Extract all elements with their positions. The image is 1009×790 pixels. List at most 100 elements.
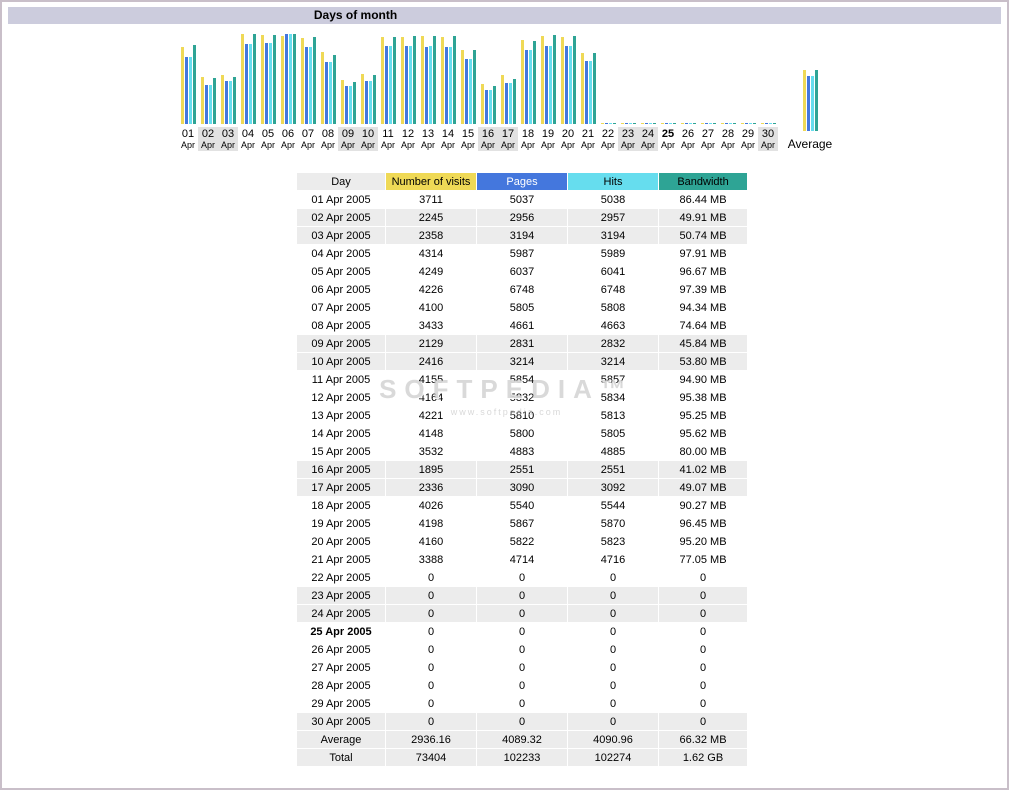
chart-day-month: Apr — [438, 140, 458, 150]
table-row: 15 Apr 200535324883488580.00 MB — [297, 443, 747, 460]
bar-visits — [501, 75, 504, 124]
cell-hits: 5823 — [568, 533, 658, 550]
bar-bandwidth — [553, 35, 556, 124]
cell-pages: 0 — [477, 641, 567, 658]
bar-hits — [569, 46, 572, 124]
chart-day-number: 12 — [398, 128, 418, 140]
cell-pages: 2551 — [477, 461, 567, 478]
bar-hits — [729, 123, 732, 124]
chart-day-month: Apr — [518, 140, 538, 150]
chart-day-label: 18Apr — [518, 127, 538, 151]
chart-day-bars — [261, 32, 276, 124]
bar-bandwidth — [273, 35, 276, 124]
bar-pages — [807, 76, 810, 131]
cell-visits: 4221 — [386, 407, 476, 424]
total-row: Total734041022331022741.62 GB — [297, 749, 747, 766]
cell-pages: 0 — [477, 695, 567, 712]
chart-day-bars — [501, 32, 516, 124]
bar-visits — [581, 53, 584, 124]
table-row: 27 Apr 20050000 — [297, 659, 747, 676]
cell-visits: 0 — [386, 695, 476, 712]
bar-hits — [689, 123, 692, 124]
cell-pages: 0 — [477, 623, 567, 640]
cell-visits: 0 — [386, 677, 476, 694]
bar-hits — [269, 43, 272, 124]
cell-bandwidth: 0 — [659, 695, 747, 712]
cell-hits: 5813 — [568, 407, 658, 424]
cell-pages: 5854 — [477, 371, 567, 388]
chart-day-group: 22Apr — [598, 32, 618, 151]
bar-bandwidth — [413, 36, 416, 124]
bar-bandwidth — [393, 37, 396, 124]
average-row-day: Average — [297, 731, 385, 748]
cell-bandwidth: 0 — [659, 659, 747, 676]
column-header-hits: Hits — [568, 173, 658, 190]
bar-pages — [625, 123, 628, 124]
table-row: 05 Apr 200542496037604196.67 MB — [297, 263, 747, 280]
chart-day-bars — [281, 32, 296, 124]
bar-bandwidth — [233, 77, 236, 124]
chart-day-number: 02 — [198, 128, 218, 140]
cell-hits: 3214 — [568, 353, 658, 370]
chart-day-group: 20Apr — [558, 32, 578, 151]
chart-day-number: 05 — [258, 128, 278, 140]
cell-bandwidth: 94.34 MB — [659, 299, 747, 316]
cell-pages: 2831 — [477, 335, 567, 352]
bar-bandwidth — [193, 45, 196, 124]
column-header-visits: Number of visits — [386, 173, 476, 190]
cell-bandwidth: 90.27 MB — [659, 497, 747, 514]
bar-bandwidth — [815, 70, 818, 131]
bar-hits — [249, 44, 252, 124]
chart-day-number: 20 — [558, 128, 578, 140]
column-header-pages: Pages — [477, 173, 567, 190]
table-row: 23 Apr 20050000 — [297, 587, 747, 604]
bar-visits — [721, 123, 724, 124]
bar-bandwidth — [453, 36, 456, 124]
chart-day-group: 07Apr — [298, 32, 318, 151]
bar-pages — [705, 123, 708, 124]
cell-pages: 5987 — [477, 245, 567, 262]
cell-bandwidth: 86.44 MB — [659, 191, 747, 208]
bar-bandwidth — [373, 75, 376, 124]
bar-visits — [661, 123, 664, 124]
cell-hits: 4716 — [568, 551, 658, 568]
bar-pages — [305, 47, 308, 124]
chart-day-group: 06Apr — [278, 32, 298, 151]
chart-day-bars — [381, 32, 396, 124]
cell-visits: 0 — [386, 587, 476, 604]
bar-bandwidth — [213, 78, 216, 124]
bar-bandwidth — [253, 34, 256, 124]
average-row: Average2936.164089.324090.9666.32 MB — [297, 731, 747, 748]
chart-day-group: 24Apr — [638, 32, 658, 151]
chart-day-group: 14Apr — [438, 32, 458, 151]
cell-visits: 2245 — [386, 209, 476, 226]
cell-hits: 4885 — [568, 443, 658, 460]
bar-hits — [509, 83, 512, 124]
cell-bandwidth: 0 — [659, 605, 747, 622]
cell-visits: 4155 — [386, 371, 476, 388]
bar-pages — [265, 43, 268, 124]
cell-visits: 4198 — [386, 515, 476, 532]
bar-pages — [565, 46, 568, 124]
chart-day-label: 24Apr — [638, 127, 658, 151]
bar-hits — [489, 90, 492, 124]
chart-day-number: 06 — [278, 128, 298, 140]
chart-day-month: Apr — [498, 140, 518, 150]
bar-bandwidth — [293, 34, 296, 124]
chart-day-number: 08 — [318, 128, 338, 140]
chart-day-group: 11Apr — [378, 32, 398, 151]
cell-pages: 3214 — [477, 353, 567, 370]
bar-visits — [381, 37, 384, 124]
chart-day-label: 22Apr — [598, 127, 618, 151]
bar-pages — [585, 61, 588, 124]
chart-day-label: 27Apr — [698, 127, 718, 151]
cell-hits: 0 — [568, 641, 658, 658]
chart-day-number: 22 — [598, 128, 618, 140]
cell-pages: 5540 — [477, 497, 567, 514]
cell-bandwidth: 0 — [659, 569, 747, 586]
chart-day-month: Apr — [718, 140, 738, 150]
chart-day-bars — [561, 32, 576, 124]
chart-day-bars — [521, 32, 536, 124]
total-row-bandwidth: 1.62 GB — [659, 749, 747, 766]
bar-hits — [649, 123, 652, 124]
